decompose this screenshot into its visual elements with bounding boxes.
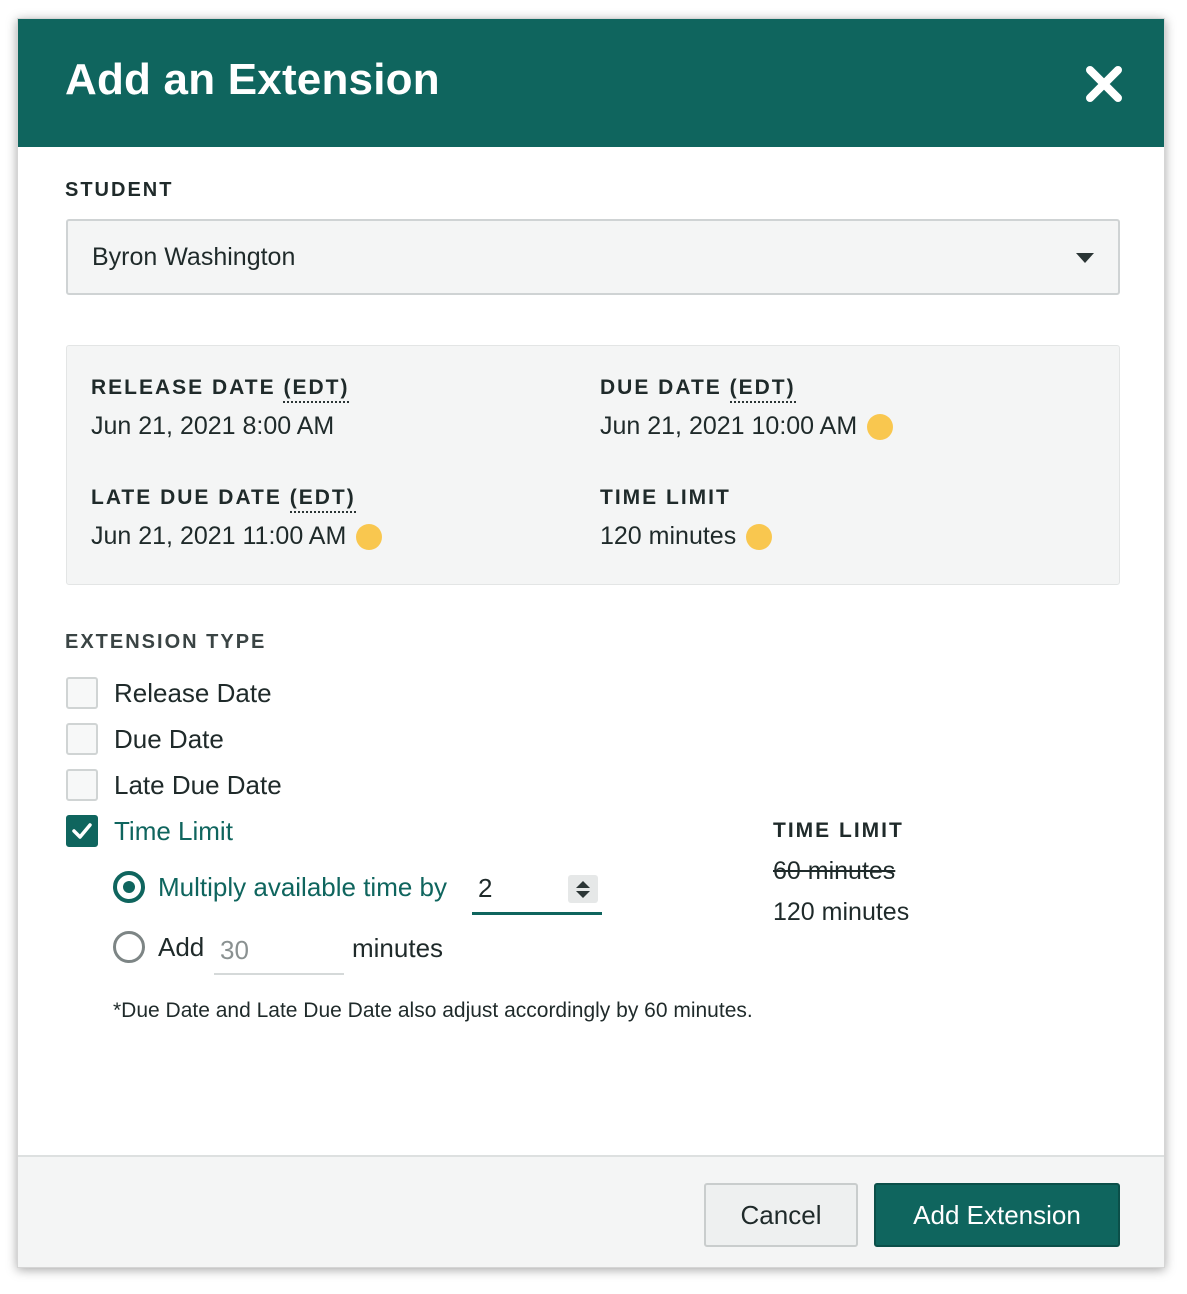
adjustment-note: *Due Date and Late Due Date also adjust … [113,999,753,1022]
add-extension-modal: Add an Extension STUDENT Byron Washingto… [17,18,1165,1268]
time-limit-summary: TIME LIMIT 60 minutes 120 minutes [773,819,909,927]
checkbox-late-due-date[interactable]: Late Due Date [66,769,282,801]
checkbox-release-date[interactable]: Release Date [66,677,272,709]
due-date-value: Jun 21, 2021 10:00 AM [600,412,894,441]
late-due-date-info: LATE DUE DATE (EDT) Jun 21, 2021 11:00 A… [91,486,383,551]
cancel-button[interactable]: Cancel [704,1183,858,1247]
radio-add-minutes[interactable]: Add [113,931,204,963]
chevron-down-icon [1076,253,1094,263]
modal-title: Add an Extension [65,55,440,104]
add-extension-button[interactable]: Add Extension [874,1183,1120,1247]
time-limit-label: TIME LIMIT [600,486,731,509]
checkbox-label: Time Limit [114,815,233,846]
due-date-label: DUE DATE (EDT) [600,376,893,403]
time-limit-old-value: 60 minutes [773,857,896,885]
modal-header: Add an Extension [18,19,1164,147]
release-date-label: RELEASE DATE (EDT) [91,376,350,403]
multiplier-value: 2 [478,873,493,903]
add-minutes-placeholder: 30 [220,935,249,965]
checkbox[interactable] [66,677,98,709]
due-date-info: DUE DATE (EDT) Jun 21, 2021 10:00 AM [600,376,894,441]
close-icon[interactable] [1084,64,1124,104]
time-limit-value: 120 minutes [600,522,773,551]
add-minutes-input[interactable]: 30 [214,927,344,975]
number-spinner-icon[interactable] [568,875,598,903]
radio-multiply-time[interactable]: Multiply available time by [113,871,447,903]
student-selected-value: Byron Washington [92,243,296,271]
release-date-value: Jun 21, 2021 8:00 AM [91,412,335,440]
time-limit-summary-label: TIME LIMIT [773,819,904,842]
radio-button[interactable] [113,931,145,963]
checkbox-checked[interactable] [66,815,98,847]
late-due-date-value: Jun 21, 2021 11:00 AM [91,522,383,551]
checkbox-label: Release Date [114,677,272,708]
radio-label: Multiply available time by [158,871,448,902]
assignment-dates-panel: RELEASE DATE (EDT) Jun 21, 2021 8:00 AM … [66,345,1120,585]
time-limit-info: TIME LIMIT 120 minutes [600,486,773,551]
timezone-abbr: (EDT) [283,376,350,403]
time-limit-new-value: 120 minutes [773,898,910,926]
changed-indicator-dot [867,413,894,440]
checkbox-due-date[interactable]: Due Date [66,723,224,755]
checkbox-label: Late Due Date [114,769,282,800]
student-select[interactable]: Byron Washington [66,219,1120,295]
changed-indicator-dot [356,523,383,550]
late-due-date-label: LATE DUE DATE (EDT) [91,486,382,513]
multiplier-input[interactable]: 2 [472,867,602,915]
checkmark-icon [72,823,92,839]
checkbox-time-limit[interactable]: Time Limit [66,815,233,847]
checkbox[interactable] [66,723,98,755]
modal-footer: Cancel Add Extension [18,1155,1164,1267]
extension-type-label: EXTENSION TYPE [65,631,267,653]
timezone-abbr: (EDT) [289,486,356,513]
release-date-info: RELEASE DATE (EDT) Jun 21, 2021 8:00 AM [91,376,350,441]
radio-button-selected[interactable] [113,871,145,903]
checkbox[interactable] [66,769,98,801]
minutes-suffix: minutes [352,933,444,963]
checkbox-label: Due Date [114,723,224,754]
radio-label: Add [158,931,205,962]
student-label: STUDENT [65,179,174,201]
timezone-abbr: (EDT) [729,376,796,403]
changed-indicator-dot [746,523,773,550]
